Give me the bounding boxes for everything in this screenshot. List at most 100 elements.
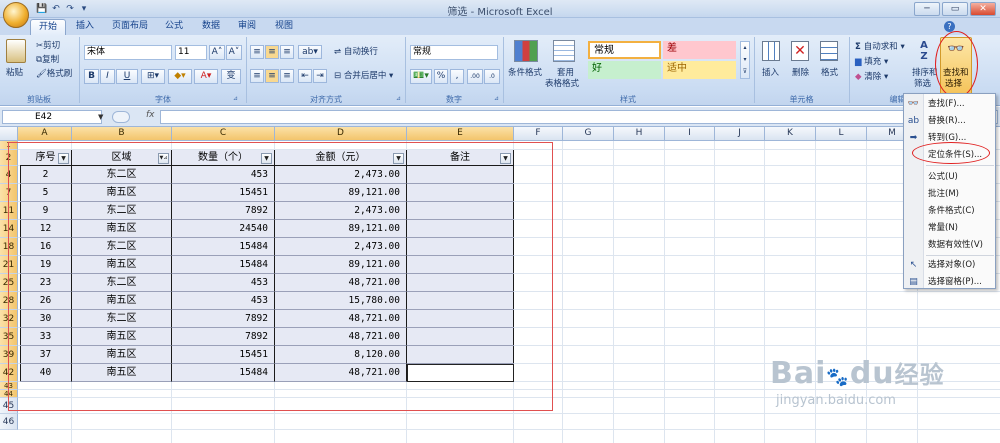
shrink-font-button[interactable]: A˅ <box>226 45 242 60</box>
underline-button[interactable]: U <box>116 69 138 84</box>
tab-review[interactable]: 审阅 <box>230 19 264 35</box>
worksheet-grid[interactable]: ABCDEFGHIJKLM 1 2 4 7 11 14 18 21 25 28 32 35 39 42 43… <box>0 127 1000 443</box>
menu-separator <box>926 255 994 256</box>
column-header-a[interactable]: A <box>18 127 72 141</box>
dialog-launcher-icon[interactable]: ⊿ <box>494 95 499 102</box>
column-header-e[interactable]: E <box>407 127 514 141</box>
menu-item-8[interactable]: 常量(N) <box>904 220 995 237</box>
maximize-button[interactable]: ▭ <box>942 2 968 16</box>
menu-item-11[interactable]: ▤ 选择窗格(P)... <box>904 274 995 291</box>
align-center-icon[interactable]: ≡ <box>265 69 279 83</box>
column-header-d[interactable]: D <box>275 127 407 141</box>
decrease-indent-icon[interactable]: ⇤ <box>298 69 312 83</box>
formula-input[interactable] <box>160 110 998 124</box>
style-good[interactable]: 好 <box>588 61 661 79</box>
conditional-format-button[interactable]: 条件格式 <box>508 67 542 79</box>
styles-scroll-icon[interactable]: ▴ ▾ ⊽ <box>740 41 750 79</box>
tab-formulas[interactable]: 公式 <box>157 19 191 35</box>
insert-cells-button[interactable]: 插入 <box>762 67 779 79</box>
formula-splitter-icon[interactable] <box>112 111 130 123</box>
save-icon[interactable]: 💾 <box>36 3 48 15</box>
currency-icon[interactable]: 💵▾ <box>410 69 432 84</box>
column-header-l[interactable]: L <box>816 127 867 141</box>
font-color-icon[interactable]: A▾ <box>194 69 218 84</box>
column-header-g[interactable]: G <box>563 127 614 141</box>
font-size-select[interactable]: 11 <box>175 45 207 60</box>
percent-button[interactable]: % <box>434 69 448 84</box>
menu-item-9[interactable]: 数据有效性(V) <box>904 237 995 254</box>
delete-cells-icon[interactable]: ✕ <box>791 41 809 61</box>
menu-item-2[interactable]: ab 替换(R)... <box>904 113 995 130</box>
number-format-select[interactable]: 常规 <box>410 45 498 60</box>
italic-button[interactable]: I <box>100 69 115 84</box>
align-left-icon[interactable]: ≡ <box>250 69 264 83</box>
tab-page-layout[interactable]: 页面布局 <box>104 19 156 35</box>
autosum-button[interactable]: Σ 自动求和 ▾ <box>855 41 905 53</box>
fill-down-icon: ▆ <box>855 57 865 67</box>
decrease-decimal-button[interactable]: .0 <box>484 69 500 84</box>
paste-icon[interactable] <box>6 39 26 63</box>
delete-cells-button[interactable]: 删除 <box>792 67 809 79</box>
orientation-icon[interactable]: ab▾ <box>298 45 322 59</box>
bold-button[interactable]: B <box>84 69 99 84</box>
qat-dropdown-icon[interactable]: ▾ <box>78 3 90 15</box>
dialog-launcher-icon[interactable]: ⊿ <box>396 95 401 102</box>
redo-icon[interactable]: ↷ <box>64 3 76 15</box>
column-header-i[interactable]: I <box>665 127 715 141</box>
clear-button[interactable]: ◆ 清除 ▾ <box>855 71 888 83</box>
align-middle-icon[interactable]: ≡ <box>265 45 279 59</box>
paste-button[interactable]: 粘贴 <box>6 67 23 79</box>
office-button[interactable] <box>3 2 29 28</box>
style-neutral[interactable]: 适中 <box>663 61 736 79</box>
fill-button[interactable]: ▆ 填充 ▾ <box>855 56 888 68</box>
undo-icon[interactable]: ↶ <box>50 3 62 15</box>
align-bottom-icon[interactable]: ≡ <box>280 45 294 59</box>
align-top-icon[interactable]: ≡ <box>250 45 264 59</box>
column-header-c[interactable]: C <box>172 127 275 141</box>
increase-decimal-button[interactable]: .00 <box>467 69 483 84</box>
conditional-format-icon[interactable] <box>514 40 538 62</box>
row-header[interactable]: 46 <box>0 414 18 430</box>
tab-data[interactable]: 数据 <box>194 19 228 35</box>
minimize-button[interactable]: ─ <box>914 2 940 16</box>
format-painter-button[interactable]: 🖌格式刷 <box>36 68 72 80</box>
grow-font-button[interactable]: A˄ <box>209 45 225 60</box>
align-right-icon[interactable]: ≡ <box>280 69 294 83</box>
column-header-f[interactable]: F <box>514 127 563 141</box>
column-header-b[interactable]: B <box>72 127 172 141</box>
close-button[interactable]: ✕ <box>970 2 996 16</box>
copy-button[interactable]: ⧉复制 <box>36 54 59 66</box>
wrap-text-button[interactable]: ⇌ 自动换行 <box>334 46 378 58</box>
merge-center-button[interactable]: ⊟ 合并后居中 ▾ <box>334 70 393 82</box>
menu-item-6[interactable]: 批注(M) <box>904 186 995 203</box>
fill-color-icon[interactable]: ◆▾ <box>168 69 192 84</box>
comma-button[interactable]: , <box>450 69 464 84</box>
dialog-launcher-icon[interactable]: ⊿ <box>233 95 238 102</box>
style-normal[interactable]: 常规 <box>588 41 661 59</box>
font-name-select[interactable]: 宋体 <box>84 45 172 60</box>
tab-insert[interactable]: 插入 <box>68 19 102 35</box>
increase-indent-icon[interactable]: ⇥ <box>313 69 327 83</box>
name-box-dropdown-icon[interactable]: ▼ <box>98 113 103 121</box>
phonetic-button[interactable]: 变 <box>221 69 241 84</box>
table-format-icon[interactable] <box>553 40 575 62</box>
menu-item-10[interactable]: ↖ 选择对象(O) <box>904 257 995 274</box>
borders-icon[interactable]: ⊞▾ <box>141 69 165 84</box>
menu-item-7[interactable]: 条件格式(C) <box>904 203 995 220</box>
cut-button[interactable]: ✂剪切 <box>36 40 60 52</box>
insert-cells-icon[interactable] <box>762 41 780 61</box>
menu-item-5[interactable]: 公式(U) <box>904 169 995 186</box>
sort-filter-icon[interactable]: AZ <box>914 40 934 62</box>
name-box[interactable]: E42 <box>2 110 102 124</box>
insert-function-button[interactable]: fx <box>146 110 155 120</box>
column-header-h[interactable]: H <box>614 127 665 141</box>
format-cells-button[interactable]: 格式 <box>821 67 838 79</box>
tab-home[interactable]: 开始 <box>30 19 67 35</box>
column-header-k[interactable]: K <box>765 127 816 141</box>
column-header-j[interactable]: J <box>715 127 765 141</box>
format-cells-icon[interactable] <box>820 41 838 61</box>
style-bad[interactable]: 差 <box>663 41 736 59</box>
select-all-button[interactable] <box>0 127 18 141</box>
menu-item-1[interactable]: 👓 查找(F)... <box>904 96 995 113</box>
tab-view[interactable]: 视图 <box>267 19 301 35</box>
